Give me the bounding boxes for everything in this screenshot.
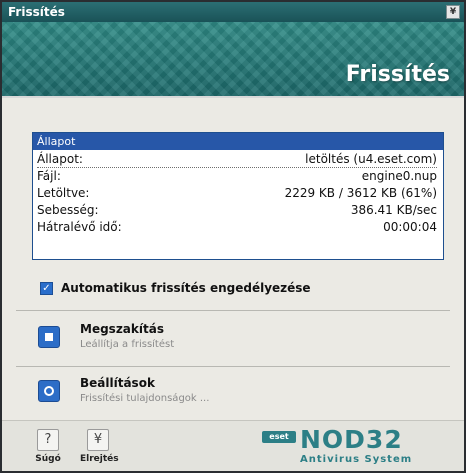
hide-button[interactable]: ¥ Elrejtés — [80, 429, 119, 469]
settings-action[interactable]: Beállítások Frissítési tulajdonságok ... — [16, 368, 450, 422]
downloaded-label: Letöltve: — [37, 186, 90, 200]
file-value: engine0.nup — [361, 169, 437, 183]
auto-update-label: Automatikus frissítés engedélyezése — [61, 281, 311, 295]
divider — [16, 366, 450, 367]
status-row-file: Fájl: engine0.nup — [37, 168, 437, 185]
status-value: letöltés (u4.eset.com) — [305, 152, 437, 166]
settings-action-title[interactable]: Beállítások — [80, 376, 155, 390]
gear-icon[interactable] — [38, 380, 60, 402]
status-row-remaining: Hátralévő idő: 00:00:04 — [37, 219, 437, 236]
stop-action[interactable]: Megszakítás Leállítja a frissítést — [16, 314, 450, 368]
file-label: Fájl: — [37, 169, 61, 183]
collapse-icon[interactable]: ¥ — [446, 5, 460, 19]
status-label: Állapot: — [37, 152, 83, 166]
auto-update-toggle[interactable]: ✓ Automatikus frissítés engedélyezése — [40, 279, 311, 297]
stop-glyph — [45, 333, 53, 341]
downloaded-value: 2229 KB / 3612 KB (61%) — [284, 186, 437, 200]
speed-value: 386.41 KB/sec — [350, 203, 437, 217]
gear-glyph — [44, 386, 54, 396]
title-bar: Frissítés ¥ — [2, 2, 464, 22]
status-row-state: Állapot: letöltés (u4.eset.com) — [37, 151, 437, 168]
banner-title: Frissítés — [345, 62, 450, 87]
help-label[interactable]: Súgó — [30, 454, 66, 464]
product-tagline: Antivirus System — [300, 454, 413, 465]
eset-badge: eset — [262, 431, 296, 443]
remaining-value: 00:00:04 — [383, 220, 437, 234]
stop-action-title[interactable]: Megszakítás — [80, 322, 164, 336]
divider — [16, 310, 450, 311]
status-row-speed: Sebesség: 386.41 KB/sec — [37, 202, 437, 219]
help-icon[interactable]: ? — [37, 429, 59, 451]
hide-label[interactable]: Elrejtés — [80, 454, 119, 464]
update-window: Frissítés ¥ Frissítés Állapot Állapot: l… — [0, 0, 466, 473]
remaining-label: Hátralévő idő: — [37, 220, 122, 234]
stop-action-subtitle: Leállítja a frissítést — [80, 339, 175, 350]
stop-icon[interactable] — [38, 326, 60, 348]
help-button[interactable]: ? Súgó — [30, 429, 66, 469]
footer-bar: ? Súgó ¥ Elrejtés eset NOD32 Antivirus S… — [2, 420, 464, 471]
hide-icon[interactable]: ¥ — [87, 429, 109, 451]
product-name: NOD32 — [300, 425, 403, 454]
status-row-downloaded: Letöltve: 2229 KB / 3612 KB (61%) — [37, 185, 437, 202]
settings-action-subtitle: Frissítési tulajdonságok ... — [80, 393, 210, 404]
auto-update-checkbox[interactable]: ✓ — [40, 281, 53, 295]
window-title: Frissítés — [8, 5, 65, 19]
header-banner: Frissítés — [2, 22, 464, 98]
speed-label: Sebesség: — [37, 203, 99, 217]
status-panel-header: Állapot — [33, 133, 443, 150]
status-panel: Állapot Állapot: letöltés (u4.eset.com) … — [32, 132, 444, 260]
nod32-logo: eset NOD32 Antivirus System — [262, 425, 442, 467]
